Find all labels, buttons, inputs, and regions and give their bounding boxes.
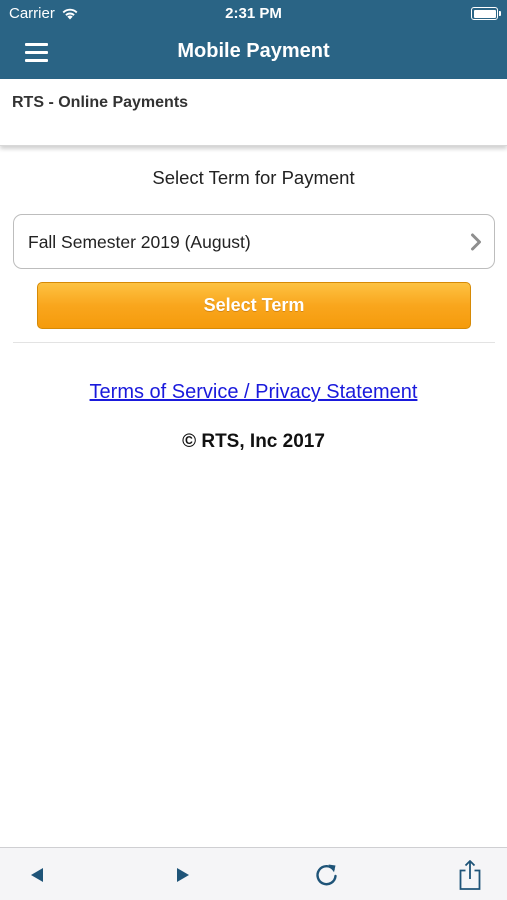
back-arrow-icon xyxy=(31,867,43,882)
select-term-heading: Select Term for Payment xyxy=(152,167,355,188)
select-term-button[interactable]: Select Term xyxy=(37,282,471,329)
share-button[interactable] xyxy=(447,848,493,900)
term-select[interactable]: Fall Semester 2019 (August) xyxy=(13,214,495,269)
page-title: Mobile Payment xyxy=(177,40,330,62)
subheader-label: RTS - Online Payments xyxy=(12,94,189,111)
status-bar: Carrier 2:31 PM xyxy=(0,0,507,26)
share-icon xyxy=(459,859,481,890)
chevron-right-icon xyxy=(471,233,481,251)
forward-button[interactable] xyxy=(160,848,206,900)
clock: 2:31 PM xyxy=(225,5,282,22)
reload-icon xyxy=(316,864,337,885)
term-select-value: Fall Semester 2019 (August) xyxy=(28,232,251,252)
reload-button[interactable] xyxy=(304,848,350,900)
subheader: RTS - Online Payments xyxy=(0,79,507,146)
terms-privacy-link[interactable]: Terms of Service / Privacy Statement xyxy=(0,381,507,404)
forward-arrow-icon xyxy=(177,867,189,882)
back-button[interactable] xyxy=(14,848,60,900)
browser-toolbar xyxy=(0,847,507,900)
nav-bar: Mobile Payment xyxy=(0,26,507,79)
copyright-text: © RTS, Inc 2017 xyxy=(182,431,325,452)
battery-icon xyxy=(471,7,501,20)
divider xyxy=(13,342,495,343)
